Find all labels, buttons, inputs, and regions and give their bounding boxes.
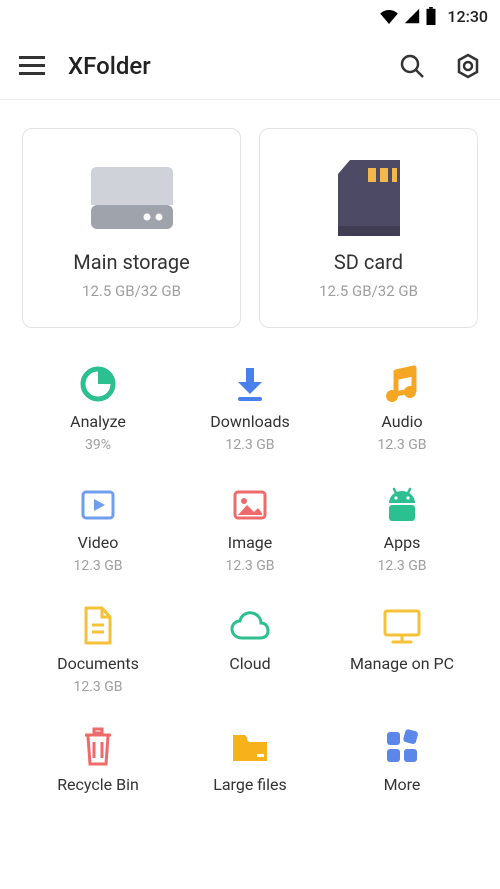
clock-text: 12:30 <box>447 7 488 26</box>
image-icon <box>230 483 270 527</box>
documents-button[interactable]: Documents 12.3 GB <box>22 604 174 695</box>
cat-sub: 12.3 GB <box>377 558 426 574</box>
download-icon <box>230 362 270 406</box>
cat-sub: 12.3 GB <box>73 558 122 574</box>
cat-label: Image <box>228 533 273 552</box>
wifi-icon <box>379 8 399 24</box>
cat-label: Large files <box>213 775 287 794</box>
downloads-button[interactable]: Downloads 12.3 GB <box>174 362 326 453</box>
android-icon <box>382 483 422 527</box>
cat-label: Documents <box>57 654 139 673</box>
audio-button[interactable]: Audio 12.3 GB <box>326 362 478 453</box>
settings-icon[interactable] <box>454 52 482 80</box>
categories-grid: Analyze 39% Downloads 12.3 GB Audio 12.3… <box>0 352 500 826</box>
video-button[interactable]: Video 12.3 GB <box>22 483 174 574</box>
cloud-icon <box>228 604 272 648</box>
storage-sub: 12.5 GB/32 GB <box>82 282 181 300</box>
storage-title: SD card <box>334 250 403 274</box>
storage-sub: 12.5 GB/32 GB <box>319 282 418 300</box>
cat-label: Manage on PC <box>350 654 454 673</box>
hard-drive-icon <box>87 156 177 242</box>
folder-icon <box>229 725 271 769</box>
cat-label: Audio <box>381 412 422 431</box>
cat-label: Analyze <box>70 412 126 431</box>
app-title: XFolder <box>68 52 376 80</box>
cat-label: Cloud <box>229 654 270 673</box>
battery-icon <box>425 7 437 25</box>
cat-sub: 12.3 GB <box>225 558 274 574</box>
cat-label: Apps <box>384 533 421 552</box>
video-icon <box>78 483 118 527</box>
analyze-icon <box>78 362 118 406</box>
trash-icon <box>80 725 116 769</box>
document-icon <box>80 604 116 648</box>
cat-sub: 12.3 GB <box>377 437 426 453</box>
sd-card-icon <box>334 156 404 242</box>
sd-card-card[interactable]: SD card 12.5 GB/32 GB <box>259 128 478 328</box>
menu-icon[interactable] <box>18 52 46 80</box>
cat-sub: 12.3 GB <box>225 437 274 453</box>
recycle-bin-button[interactable]: Recycle Bin <box>22 725 174 816</box>
cloud-button[interactable]: Cloud <box>174 604 326 695</box>
cat-label: Downloads <box>210 412 289 431</box>
status-bar: 12:30 <box>0 0 500 32</box>
large-files-button[interactable]: Large files <box>174 725 326 816</box>
storage-cards: Main storage 12.5 GB/32 GB SD card 12.5 … <box>0 100 500 352</box>
cellular-icon <box>403 8 421 24</box>
more-button[interactable]: More <box>326 725 478 816</box>
storage-title: Main storage <box>73 250 189 274</box>
more-grid-icon <box>382 725 422 769</box>
cat-label: Recycle Bin <box>57 775 139 794</box>
app-bar: XFolder <box>0 32 500 100</box>
search-icon[interactable] <box>398 52 426 80</box>
manage-on-pc-button[interactable]: Manage on PC <box>326 604 478 695</box>
analyze-button[interactable]: Analyze 39% <box>22 362 174 453</box>
image-button[interactable]: Image 12.3 GB <box>174 483 326 574</box>
apps-button[interactable]: Apps 12.3 GB <box>326 483 478 574</box>
cat-label: Video <box>78 533 119 552</box>
music-icon <box>382 362 422 406</box>
cat-sub: 12.3 GB <box>73 679 122 695</box>
monitor-icon <box>380 604 424 648</box>
cat-sub: 39% <box>85 437 111 453</box>
cat-label: More <box>384 775 421 794</box>
main-storage-card[interactable]: Main storage 12.5 GB/32 GB <box>22 128 241 328</box>
